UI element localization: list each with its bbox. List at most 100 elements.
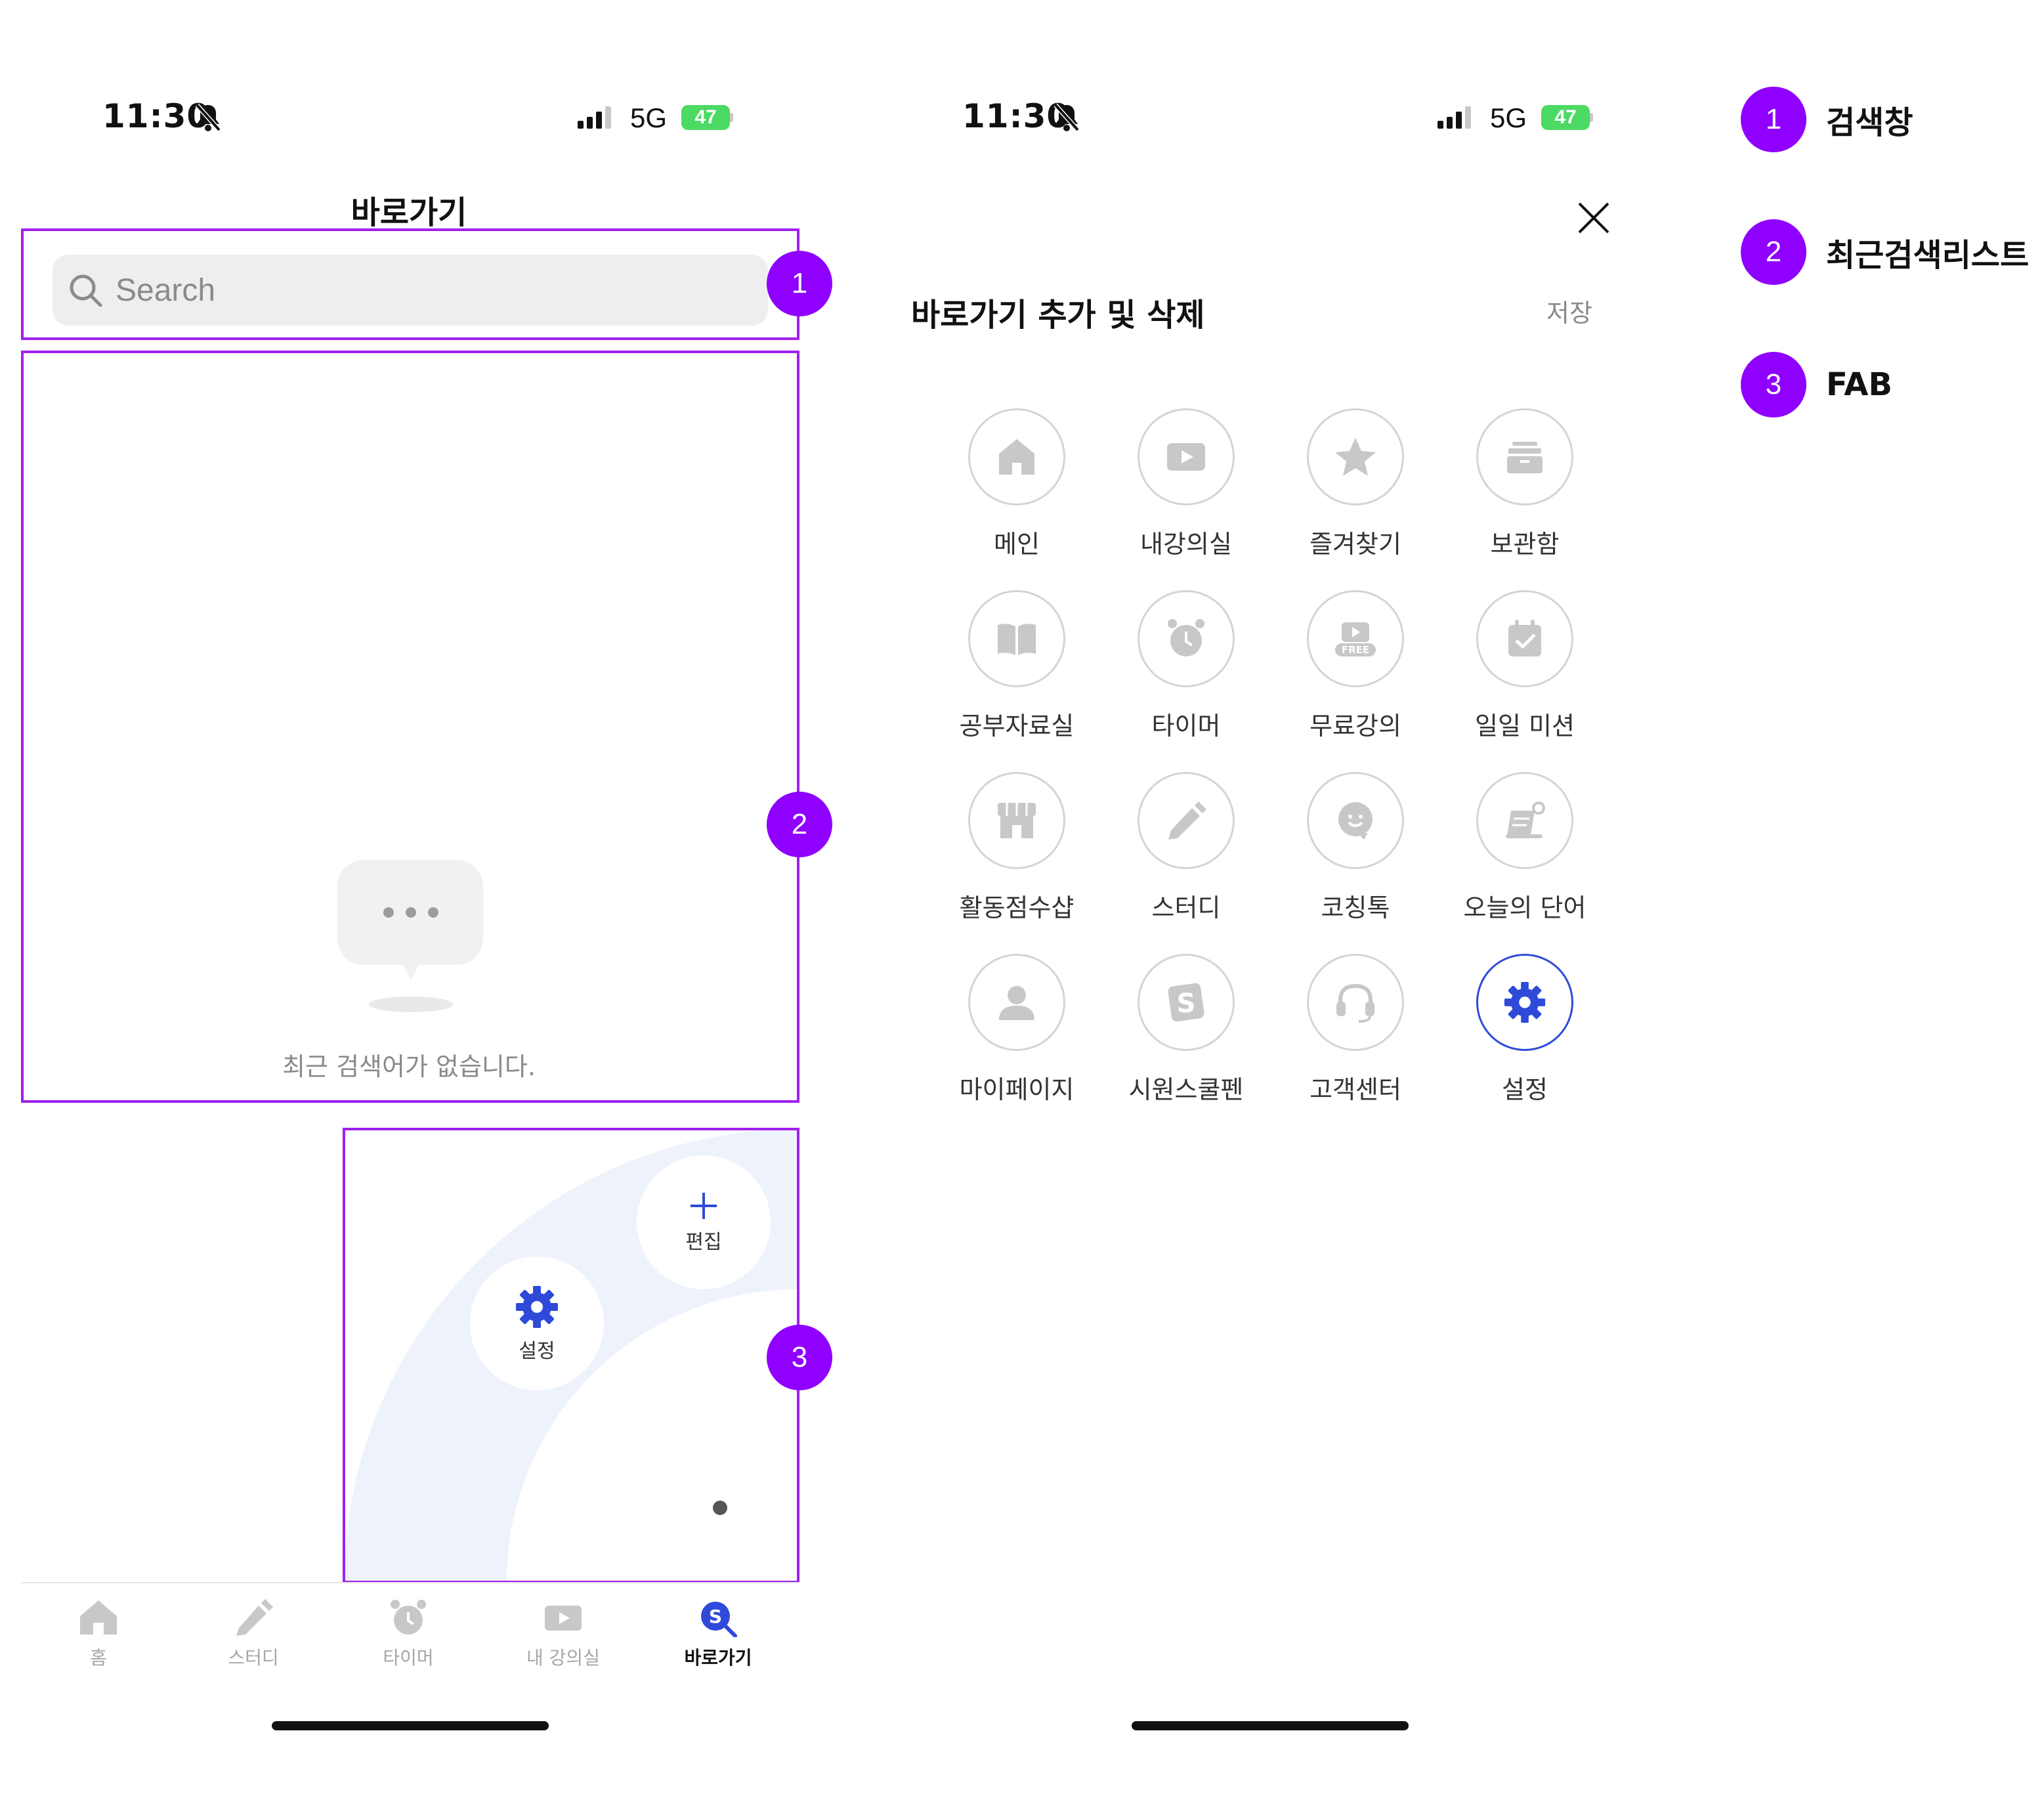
shortcut-label: 설정: [1502, 1075, 1548, 1104]
calendar-check-icon: [1508, 620, 1541, 656]
shortcut-favorites-circle[interactable]: [1307, 408, 1404, 505]
tab-timer[interactable]: 타이머: [336, 1598, 480, 1670]
shortcut-my-page[interactable]: 마이페이지: [931, 954, 1102, 1105]
search-icon: [70, 274, 102, 307]
shortcut-study[interactable]: 스터디: [1101, 772, 1271, 924]
battery-indicator: 47: [1541, 105, 1593, 130]
shortcut-settings-circle[interactable]: [1476, 954, 1573, 1051]
shortcut-label: 마이페이지: [959, 1075, 1075, 1104]
free-badge-text: FREE: [1342, 644, 1369, 656]
tab-home-label: 홈: [90, 1647, 107, 1669]
network-type: 5G: [630, 102, 668, 133]
tab-study-label: 스터디: [228, 1647, 279, 1669]
shortcut-label: 무료강의: [1309, 712, 1401, 740]
shortcut-coaching-talk-circle[interactable]: [1307, 772, 1404, 869]
network-type: 5G: [1490, 102, 1527, 133]
search-input[interactable]: Search: [53, 255, 768, 326]
shortcut-free-lectures-circle[interactable]: FREE: [1307, 590, 1404, 687]
shortcut-daily-mission-circle[interactable]: [1476, 590, 1573, 687]
shortcut-label: 메인: [994, 530, 1040, 559]
book-icon: [998, 624, 1036, 655]
shortcut-search-icon: S: [701, 1602, 737, 1637]
shortcut-label: 오늘의 단어: [1463, 893, 1586, 922]
shortcut-customer-center-circle[interactable]: [1307, 954, 1404, 1051]
signal-icon: [1437, 106, 1474, 130]
home-indicator: [1132, 1721, 1409, 1730]
shortcut-daily-mission[interactable]: 일일 미션: [1439, 590, 1610, 742]
home-icon: [80, 1600, 117, 1635]
shortcut-free-lectures[interactable]: FREE 무료강의: [1270, 590, 1441, 742]
shortcut-word-of-day[interactable]: 오늘의 단어: [1439, 772, 1610, 924]
play-icon: [545, 1606, 582, 1631]
shortcut-study-circle[interactable]: [1138, 772, 1235, 869]
empty-chat-illustration: [336, 859, 486, 1019]
legend-label: 검색창: [1826, 104, 1913, 141]
page-title: 바로가기: [351, 194, 467, 231]
empty-recent-text: 최근 검색어가 없습니다.: [282, 1052, 536, 1081]
siwon-s-icon: S: [1168, 983, 1204, 1022]
save-button[interactable]: 저장: [1546, 293, 1592, 329]
shortcut-label: 타이머: [1151, 712, 1221, 740]
shortcut-coaching-talk[interactable]: 코칭톡: [1270, 772, 1441, 924]
bell-slash-icon: [1054, 103, 1080, 132]
shortcut-study-materials[interactable]: 공부자료실: [931, 590, 1102, 742]
shortcut-study-materials-circle[interactable]: [968, 590, 1065, 687]
shortcut-timer[interactable]: 타이머: [1101, 590, 1271, 742]
tab-study[interactable]: 스터디: [181, 1598, 326, 1670]
tab-shortcuts[interactable]: S 바로가기: [646, 1598, 790, 1670]
battery-cap: [730, 113, 733, 122]
alarm-clock-icon: [391, 1600, 426, 1635]
shortcut-archive-circle[interactable]: [1476, 408, 1573, 505]
shortcut-label: 스터디: [1151, 893, 1221, 922]
shortcut-customer-center[interactable]: 고객센터: [1270, 954, 1441, 1105]
tab-shortcuts-label: 바로가기: [684, 1647, 752, 1669]
shortcut-my-page-circle[interactable]: [968, 954, 1065, 1051]
star-icon: [1335, 438, 1376, 476]
shortcut-settings[interactable]: 설정: [1439, 954, 1610, 1105]
pencil-icon: [236, 1599, 273, 1636]
highlight-box-fab: [343, 1128, 799, 1583]
signal-icon: [578, 106, 614, 130]
shortcut-my-classroom[interactable]: 내강의실: [1101, 408, 1271, 560]
shortcut-label: 일일 미션: [1475, 712, 1575, 740]
edit-shortcuts-title: 바로가기 추가 및 삭제: [911, 297, 1205, 333]
legend-item-1: 1 검색창: [1741, 87, 1913, 152]
pencil-icon: [1168, 802, 1206, 840]
shortcut-label: 공부자료실: [959, 712, 1075, 740]
shortcut-favorites[interactable]: 즐겨찾기: [1270, 408, 1441, 560]
legend-badge: 1: [1741, 87, 1806, 152]
home-indicator: [272, 1721, 549, 1730]
shortcut-archive[interactable]: 보관함: [1439, 408, 1610, 560]
headset-icon: [1336, 983, 1374, 1023]
word-note-icon: [1506, 802, 1545, 838]
shortcut-timer-circle[interactable]: [1138, 590, 1235, 687]
shortcut-label: 활동점수샵: [959, 893, 1075, 922]
chat-bubble-icon: [337, 860, 483, 1012]
shortcut-main-circle[interactable]: [968, 408, 1065, 505]
play-icon: [1167, 443, 1205, 471]
search-placeholder: Search: [116, 272, 216, 308]
battery-indicator: 47: [681, 105, 733, 130]
tab-my-classroom[interactable]: 내 강의실: [491, 1598, 635, 1670]
shortcut-siwon-pen-circle[interactable]: S: [1138, 954, 1235, 1051]
chat-smile-icon: [1338, 802, 1373, 840]
battery-level: 47: [681, 105, 730, 130]
tab-my-classroom-label: 내 강의실: [526, 1647, 600, 1669]
shortcut-points-shop-circle[interactable]: [968, 772, 1065, 869]
alarm-clock-icon: [1168, 619, 1204, 656]
tab-home[interactable]: 홈: [26, 1598, 171, 1670]
shortcut-label: 보관함: [1490, 530, 1560, 559]
shortcut-points-shop[interactable]: 활동점수샵: [931, 772, 1102, 924]
shortcut-my-classroom-circle[interactable]: [1138, 408, 1235, 505]
close-icon[interactable]: [1577, 201, 1611, 235]
legend-badge: 2: [1741, 219, 1806, 285]
annotation-badge-1: 1: [767, 251, 832, 316]
shortcut-word-of-day-circle[interactable]: [1476, 772, 1573, 869]
shortcut-main[interactable]: 메인: [931, 408, 1102, 560]
gear-icon: [1504, 981, 1546, 1023]
shortcut-label: 고객센터: [1309, 1075, 1401, 1104]
svg-text:S: S: [709, 1606, 722, 1627]
shortcut-siwon-pen[interactable]: S 시원스쿨펜: [1101, 954, 1271, 1105]
archive-icon: [1507, 442, 1543, 473]
legend-item-3: 3 FAB: [1741, 352, 1892, 417]
